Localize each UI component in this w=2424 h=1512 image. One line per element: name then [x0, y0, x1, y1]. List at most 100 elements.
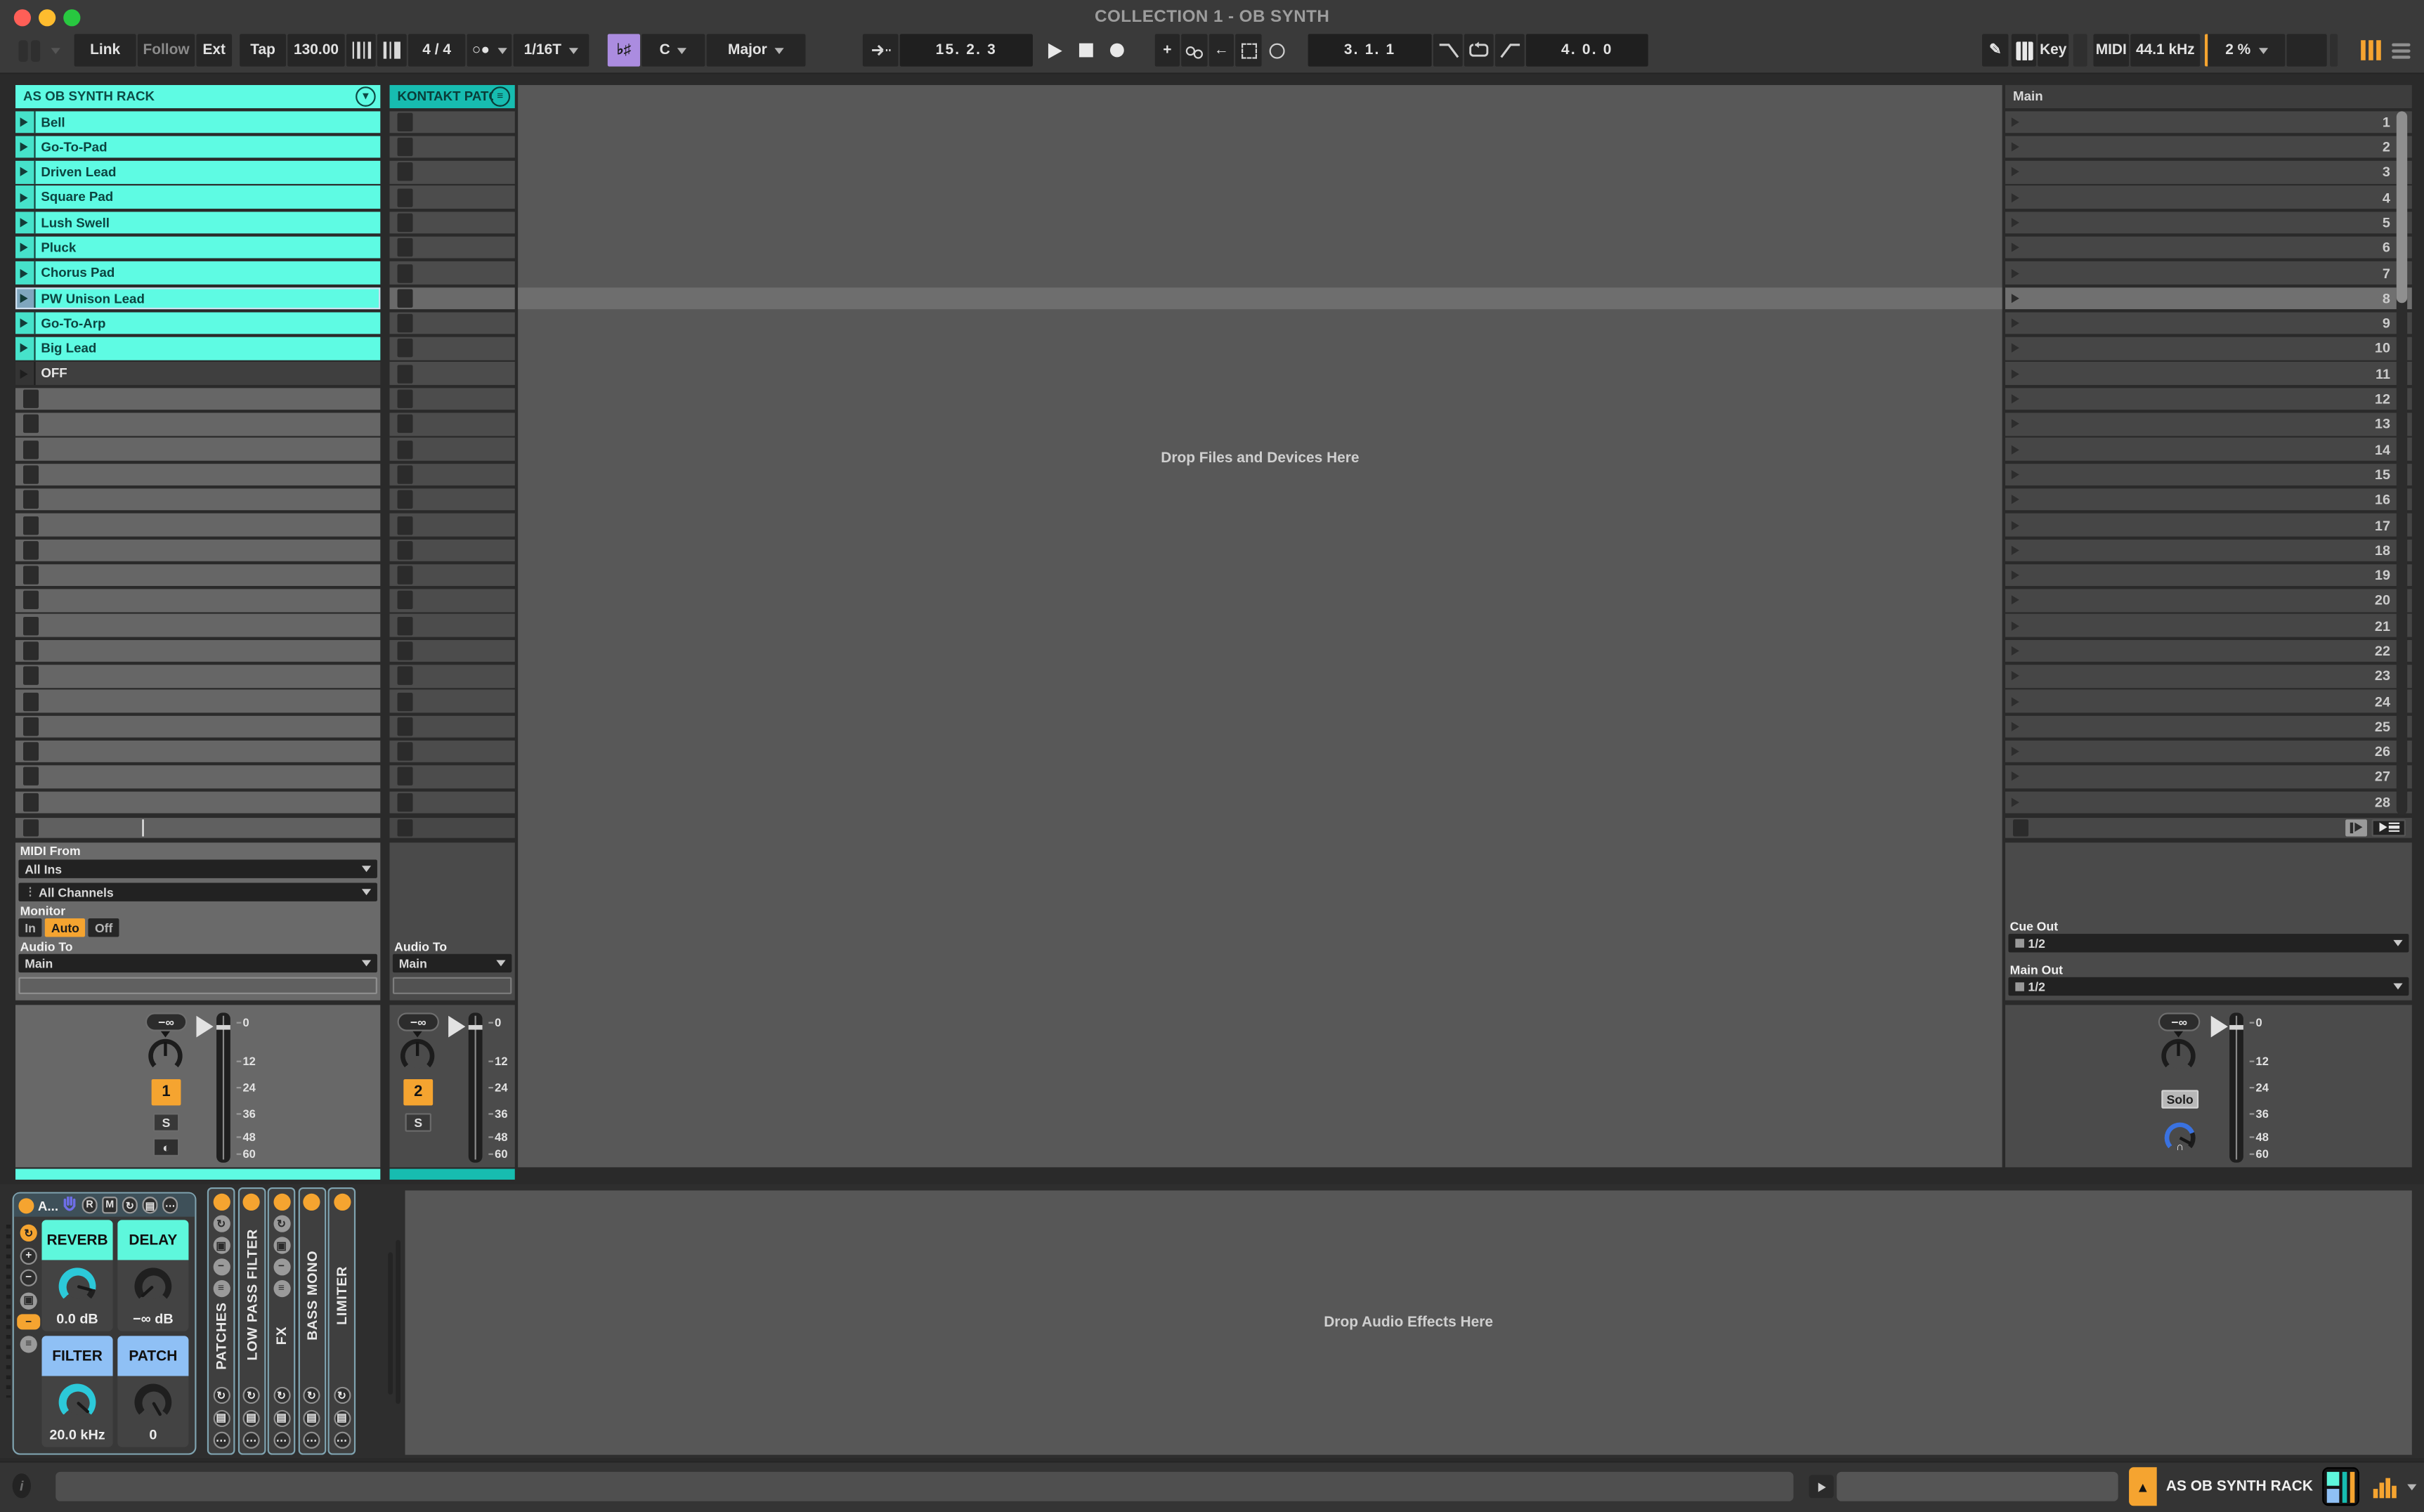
scene-launch-icon[interactable] — [2012, 167, 2019, 176]
record-button[interactable] — [1102, 34, 1132, 66]
clip-launch-button[interactable] — [15, 110, 35, 133]
device-scrollbar[interactable] — [396, 1240, 400, 1404]
info-icon[interactable]: i — [13, 1473, 31, 1498]
clip-stop-button[interactable] — [396, 641, 412, 660]
audio-output-selector[interactable]: Main — [18, 954, 377, 972]
play-button[interactable] — [1041, 34, 1070, 66]
empty-clip-slot[interactable] — [15, 589, 380, 612]
clip-stop-button[interactable] — [396, 138, 412, 156]
stop-all-clips-button[interactable] — [396, 819, 412, 835]
clip-stop-button[interactable] — [22, 793, 38, 811]
clip-stop-button[interactable] — [22, 717, 38, 736]
clip-launch-button[interactable] — [15, 363, 35, 385]
scene-launch-icon[interactable] — [2012, 747, 2019, 756]
clip-stop-button[interactable] — [396, 112, 412, 131]
empty-clip-slot[interactable] — [15, 766, 380, 788]
sync-icon[interactable]: ↻ — [273, 1387, 289, 1404]
more-options-icon[interactable]: ⋯ — [273, 1432, 289, 1449]
output-channel-box[interactable] — [393, 977, 511, 994]
scene-launch-icon[interactable] — [2012, 646, 2019, 656]
more-options-icon[interactable]: ⋯ — [162, 1197, 178, 1213]
empty-clip-slot[interactable] — [390, 186, 515, 209]
session-drop-area[interactable]: Drop Files and Devices Here — [518, 85, 2002, 1167]
clip-stop-button[interactable] — [22, 566, 38, 585]
stop-all-clips-button[interactable] — [2012, 819, 2028, 835]
sync-icon[interactable]: ↻ — [303, 1387, 320, 1404]
punch-out-icon[interactable] — [1495, 34, 1525, 66]
computer-midi-keyboard-icon[interactable] — [2012, 34, 2036, 66]
empty-clip-slot[interactable] — [390, 438, 515, 461]
clip-stop-button[interactable] — [396, 289, 412, 307]
scene-row[interactable]: 6 — [2005, 237, 2412, 259]
volume-fader[interactable] — [2229, 1012, 2243, 1162]
options-menu-icon[interactable] — [15, 34, 62, 66]
device-activator[interactable] — [18, 1197, 34, 1213]
scene-launch-icon[interactable] — [2012, 772, 2019, 781]
clip-stop-button[interactable] — [22, 440, 38, 458]
rack-title-bar[interactable]: A... R M ↻ ▤ ⋯ — [14, 1194, 195, 1217]
empty-clip-slot[interactable] — [15, 388, 380, 410]
stop-all-clips-icon[interactable] — [2345, 819, 2367, 835]
macro-value[interactable]: 20.0 kHz — [41, 1427, 112, 1442]
clip-stop-button[interactable] — [396, 214, 412, 232]
clip-stop-button[interactable] — [396, 238, 412, 256]
scene-launch-icon[interactable] — [2012, 470, 2019, 479]
clip-stop-button[interactable] — [22, 616, 38, 634]
track-activator-button[interactable]: 2 — [403, 1079, 433, 1105]
scene-row[interactable]: 23 — [2005, 665, 2412, 687]
collapsed-device[interactable]: ↻ ▣ − ≡ PATCHES ↻ ▤ ⋯ — [207, 1187, 235, 1455]
empty-clip-slot[interactable] — [15, 514, 380, 536]
scene-row[interactable]: 8 — [2005, 287, 2412, 309]
macro-knob[interactable] — [134, 1383, 171, 1421]
collapsed-device[interactable]: ↻ ▣ − ≡ LIMITER ↻ ▤ ⋯ — [328, 1187, 356, 1455]
scene-launch-icon[interactable] — [2012, 495, 2019, 504]
scene-row[interactable]: 22 — [2005, 639, 2412, 662]
macro-variations-icon[interactable]: ▣ — [20, 1292, 37, 1309]
empty-clip-slot[interactable] — [390, 615, 515, 637]
empty-clip-slot[interactable] — [390, 741, 515, 763]
empty-clip-slot[interactable] — [390, 589, 515, 612]
device-activator[interactable] — [242, 1194, 259, 1211]
empty-clip-slot[interactable] — [390, 287, 515, 309]
clip-stop-button[interactable] — [396, 490, 412, 509]
chevron-down-icon[interactable]: ▾ — [356, 86, 376, 107]
clip-stop-button[interactable] — [396, 743, 412, 761]
time-signature-field[interactable]: 4 / 4 — [408, 34, 465, 66]
empty-clip-slot[interactable] — [390, 161, 515, 183]
clip-stop-button[interactable] — [396, 692, 412, 710]
draw-mode-icon[interactable]: ✎ — [1982, 34, 2008, 66]
follow-arrangement-icon[interactable] — [863, 34, 899, 66]
clip-stop-button[interactable] — [396, 616, 412, 634]
empty-clip-slot[interactable] — [15, 639, 380, 662]
scene-launch-icon[interactable] — [2012, 571, 2019, 580]
clip-stop-button[interactable] — [396, 263, 412, 282]
ext-button[interactable]: Ext — [196, 34, 232, 66]
clip-stop-button[interactable] — [396, 390, 412, 408]
scene-row[interactable]: 9 — [2005, 312, 2412, 334]
nudge-up-icon[interactable] — [377, 34, 407, 66]
stop-button[interactable] — [1071, 34, 1101, 66]
clip-stop-button[interactable] — [396, 793, 412, 811]
preview-play-button[interactable] — [1809, 1475, 1834, 1498]
device-drop-area[interactable]: Drop Audio Effects Here — [405, 1190, 2412, 1454]
show-device-icon[interactable]: ▲ — [2129, 1467, 2157, 1506]
cue-out-selector[interactable]: ▮▮1/2 — [2008, 934, 2409, 952]
clip-stop-button[interactable] — [396, 667, 412, 685]
hand-map-icon[interactable] — [63, 1197, 78, 1213]
link-button[interactable]: Link — [74, 34, 136, 66]
empty-clip-slot[interactable] — [390, 312, 515, 334]
clip-stop-button[interactable] — [22, 767, 38, 786]
empty-clip-slot[interactable] — [390, 388, 515, 410]
clip-slot[interactable]: Pluck — [15, 237, 380, 259]
empty-clip-slot[interactable] — [15, 539, 380, 561]
empty-clip-slot[interactable] — [390, 237, 515, 259]
empty-clip-slot[interactable] — [390, 337, 515, 360]
clip-stop-button[interactable] — [396, 163, 412, 181]
empty-clip-slot[interactable] — [15, 463, 380, 485]
scene-launch-icon[interactable] — [2012, 243, 2019, 252]
empty-clip-slot[interactable] — [15, 791, 380, 814]
solo-button[interactable]: S — [405, 1113, 431, 1131]
variations-icon[interactable]: ▣ — [273, 1237, 289, 1253]
track-header[interactable]: Main — [2005, 85, 2412, 107]
clip-slot[interactable]: Lush Swell — [15, 211, 380, 234]
